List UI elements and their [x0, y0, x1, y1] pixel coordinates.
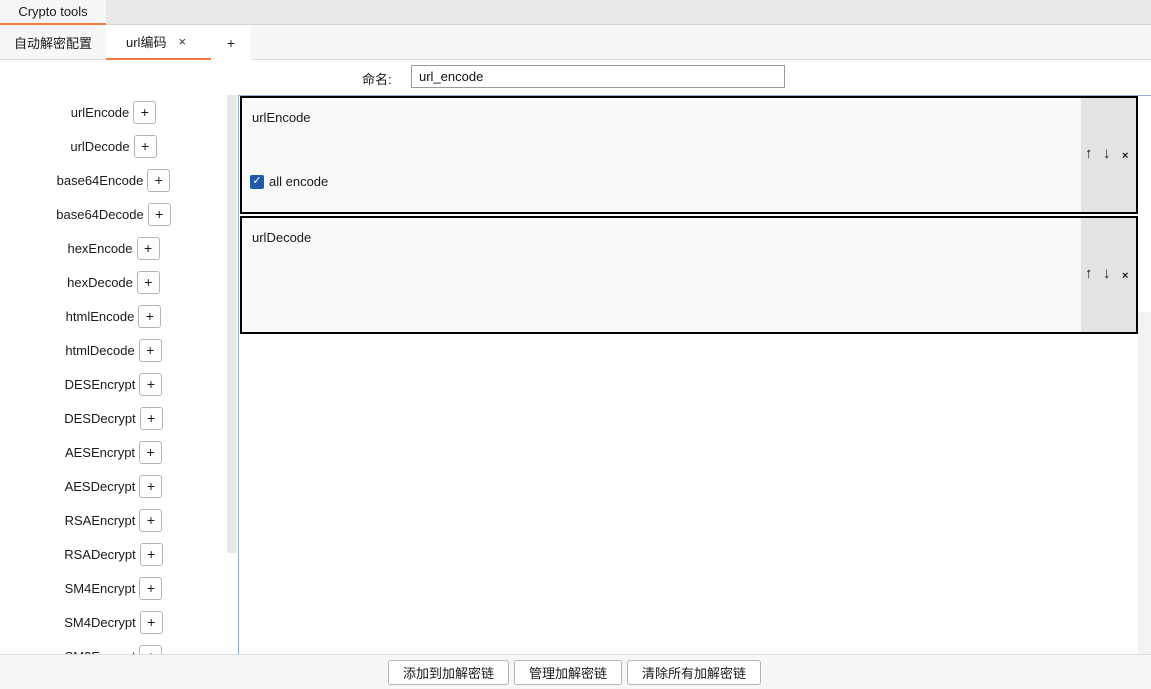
operation-label: hexDecode: [67, 274, 133, 290]
operation-item: DESDecrypt +: [0, 401, 227, 435]
operation-item: DESEncrypt +: [0, 367, 227, 401]
operation-item: hexDecode +: [0, 265, 227, 299]
chain-card-url-decode: urlDecode ↑ ↓ ×: [240, 216, 1138, 334]
add-operation-button[interactable]: +: [139, 474, 163, 498]
operation-label: htmlEncode: [65, 308, 135, 324]
operation-item: base64Encode +: [0, 163, 227, 197]
add-operation-button[interactable]: +: [147, 168, 171, 192]
name-row: 命名:: [0, 60, 1151, 95]
move-down-icon[interactable]: ↓: [1103, 266, 1111, 282]
add-operation-button[interactable]: +: [147, 202, 171, 226]
close-tab-icon[interactable]: ×: [178, 34, 186, 49]
operation-item: RSAEncrypt +: [0, 503, 227, 537]
operation-item: base64Decode +: [0, 197, 227, 231]
operation-label: urlDecode: [70, 138, 130, 154]
tab-auto-decrypt-config[interactable]: 自动解密配置: [0, 25, 106, 60]
add-operation-button[interactable]: +: [136, 236, 160, 260]
operation-item: hexEncode +: [0, 231, 227, 265]
top-tab-bar: Crypto tools: [0, 0, 1151, 25]
operation-item: htmlEncode +: [0, 299, 227, 333]
add-operation-button[interactable]: +: [139, 372, 163, 396]
operation-list-scrollbar[interactable]: [227, 95, 237, 553]
add-operation-button[interactable]: +: [139, 610, 163, 634]
remove-icon[interactable]: ×: [1122, 268, 1128, 284]
chain-panel: urlEncode ✓ all encode ↑ ↓ × urlDecode ↑…: [238, 95, 1151, 654]
add-operation-button[interactable]: +: [139, 440, 163, 464]
operation-label: AESDecrypt: [64, 478, 136, 494]
move-up-icon[interactable]: ↑: [1085, 146, 1093, 162]
card-controls: ↑ ↓ ×: [1081, 218, 1136, 332]
chain-panel-scrollbar[interactable]: [1138, 312, 1151, 654]
operation-label: base64Encode: [56, 172, 144, 188]
remove-icon[interactable]: ×: [1122, 148, 1128, 164]
chain-card-title: urlDecode: [252, 230, 312, 245]
name-label: 命名:: [362, 72, 392, 87]
add-operation-button[interactable]: +: [139, 644, 163, 654]
operation-item: AESDecrypt +: [0, 469, 227, 503]
sub-tab-bar: 自动解密配置 url编码 × +: [0, 25, 1151, 60]
all-encode-option[interactable]: ✓ all encode: [250, 174, 328, 189]
operation-label: hexEncode: [67, 240, 133, 256]
operation-label: DESEncrypt: [64, 376, 136, 392]
operation-item: RSADecrypt +: [0, 537, 227, 571]
move-up-icon[interactable]: ↑: [1085, 266, 1093, 282]
tab-url-encoding[interactable]: url编码 ×: [106, 25, 211, 60]
add-operation-button[interactable]: +: [133, 134, 157, 158]
operation-label: urlEncode: [70, 104, 130, 120]
operation-label: SM4Encrypt: [64, 580, 136, 596]
add-operation-button[interactable]: +: [139, 576, 163, 600]
operation-item: urlDecode +: [0, 129, 227, 163]
operation-label: htmlDecode: [65, 342, 135, 358]
operation-label: RSAEncrypt: [64, 512, 136, 528]
name-input[interactable]: [411, 65, 785, 88]
add-tab-button[interactable]: +: [211, 25, 251, 60]
add-operation-button[interactable]: +: [139, 542, 163, 566]
operation-label: RSADecrypt: [64, 546, 136, 562]
card-controls: ↑ ↓ ×: [1081, 98, 1136, 212]
operation-list: urlEncode + urlDecode + base64Encode + base64D…: [0, 95, 238, 654]
chain-card-url-encode: urlEncode ✓ all encode ↑ ↓ ×: [240, 96, 1138, 214]
operation-label: base64Decode: [56, 206, 144, 222]
operation-label: AESEncrypt: [64, 444, 136, 460]
add-operation-button[interactable]: +: [139, 406, 163, 430]
bottom-bar: 添加到加解密链 管理加解密链 清除所有加解密链: [0, 654, 1151, 689]
operation-item: SM4Encrypt +: [0, 571, 227, 605]
tab-crypto-tools[interactable]: Crypto tools: [0, 0, 106, 25]
clear-all-chains-button[interactable]: 清除所有加解密链: [627, 660, 761, 685]
operation-item: AESEncrypt +: [0, 435, 227, 469]
operation-item: urlEncode +: [0, 95, 227, 129]
operation-label: DESDecrypt: [64, 410, 136, 426]
operation-item: htmlDecode +: [0, 333, 227, 367]
operation-item: SM4Decrypt +: [0, 605, 227, 639]
all-encode-checkbox[interactable]: ✓: [250, 174, 264, 189]
add-operation-button[interactable]: +: [138, 304, 162, 328]
all-encode-label: all encode: [269, 174, 329, 189]
chain-card-title: urlEncode: [252, 110, 311, 125]
add-operation-button[interactable]: +: [139, 508, 163, 532]
add-operation-button[interactable]: +: [133, 100, 157, 124]
move-down-icon[interactable]: ↓: [1103, 146, 1111, 162]
operation-label: SM4Decrypt: [64, 614, 136, 630]
tab-url-encoding-label: url编码: [126, 35, 167, 50]
add-to-chain-button[interactable]: 添加到加解密链: [388, 660, 509, 685]
add-operation-button[interactable]: +: [138, 338, 162, 362]
manage-chain-button[interactable]: 管理加解密链: [514, 660, 622, 685]
add-operation-button[interactable]: +: [136, 270, 160, 294]
operation-item: SM3Encrypt+: [0, 639, 227, 654]
